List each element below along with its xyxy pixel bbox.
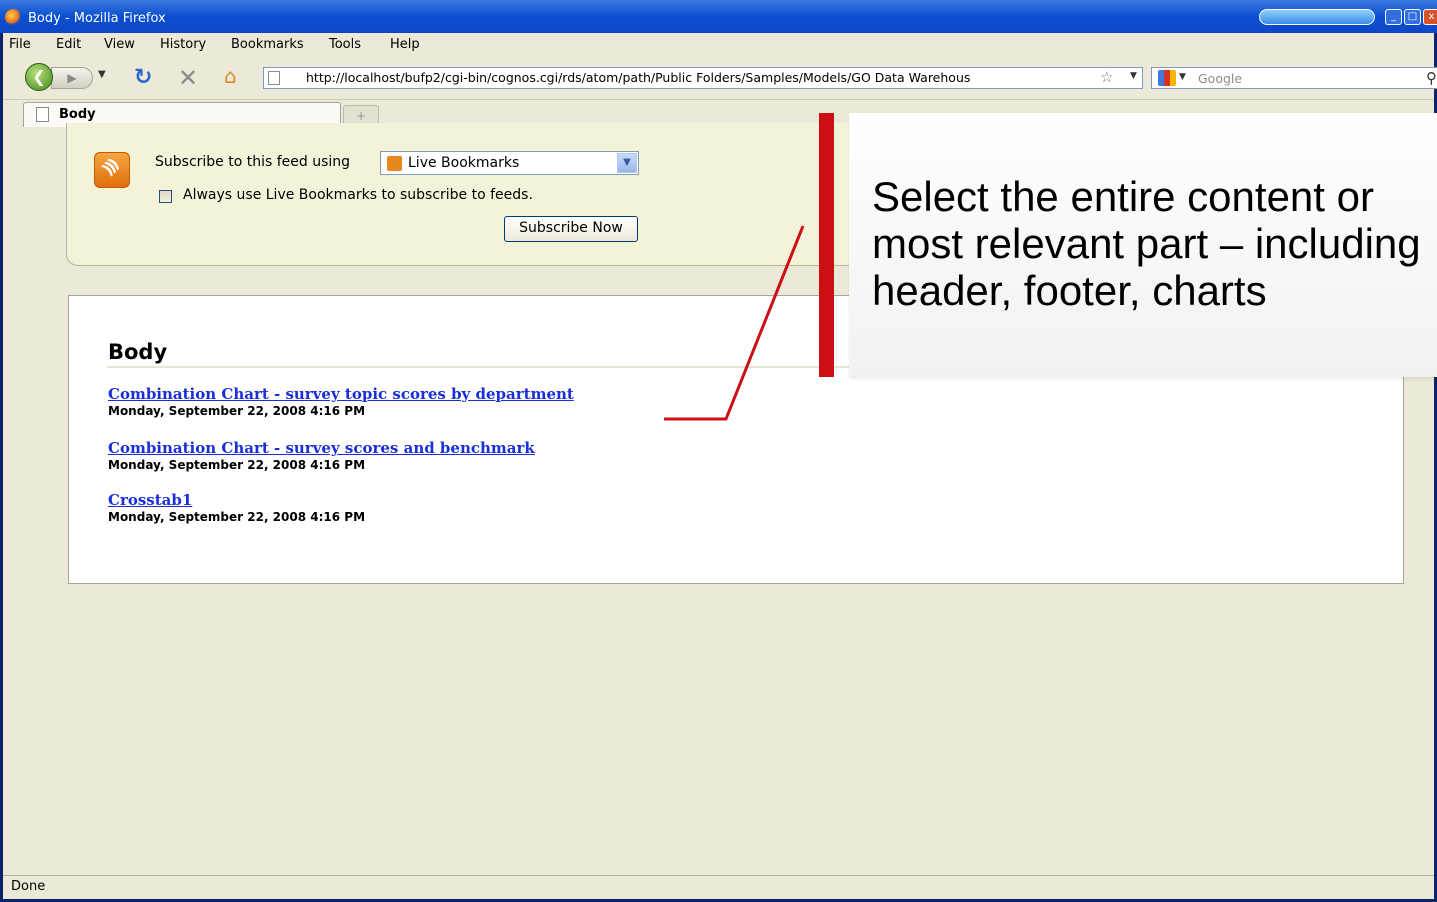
list-item: Combination Chart - survey topic scores … — [108, 385, 574, 418]
google-engine-icon[interactable] — [1158, 70, 1176, 86]
callout-text: Select the entire content or most releva… — [872, 173, 1421, 314]
menu-bar: File Edit View History Bookmarks Tools H… — [3, 33, 1434, 56]
page-icon — [268, 71, 280, 85]
tab-label: Body — [59, 107, 96, 122]
back-button[interactable]: ❮ — [25, 63, 53, 91]
feed-reader-value: Live Bookmarks — [408, 155, 520, 171]
menu-file[interactable]: File — [9, 37, 31, 52]
bookmark-star-icon[interactable]: ☆ — [1100, 68, 1113, 86]
close-button[interactable]: x — [1423, 9, 1437, 25]
graphics-tray-icon[interactable] — [1259, 9, 1375, 25]
menu-view[interactable]: View — [104, 37, 135, 52]
entry-link[interactable]: Combination Chart - survey topic scores … — [108, 385, 574, 403]
callout-accent-bar — [819, 113, 834, 377]
history-dropdown-icon[interactable]: ▼ — [98, 69, 106, 80]
always-use-label[interactable]: Always use Live Bookmarks to subscribe t… — [183, 187, 533, 203]
maximize-button[interactable]: □ — [1404, 9, 1421, 25]
entry-link[interactable]: Combination Chart - survey scores and be… — [108, 439, 535, 457]
menu-help[interactable]: Help — [390, 37, 420, 52]
subscribe-now-button[interactable]: Subscribe Now — [504, 216, 638, 242]
feed-title: Body — [108, 340, 168, 364]
navigation-toolbar: ▶ ❮ ▼ ↻ ✕ ⌂ http://localhost/bufp2/cgi-b… — [3, 56, 1437, 100]
always-use-checkbox[interactable] — [159, 190, 172, 203]
stop-icon[interactable]: ✕ — [178, 64, 198, 92]
firefox-icon — [5, 9, 21, 25]
feed-reader-select[interactable]: Live Bookmarks ▼ — [380, 151, 639, 175]
title-bar: Body - Mozilla Firefox _ □ x — [0, 0, 1437, 33]
menu-history[interactable]: History — [160, 37, 206, 52]
status-text: Done — [11, 879, 46, 894]
entry-link[interactable]: Crosstab1 — [108, 491, 365, 509]
window-title: Body - Mozilla Firefox — [28, 11, 166, 26]
live-bookmarks-icon — [387, 156, 402, 171]
entry-date: Monday, September 22, 2008 4:16 PM — [108, 404, 366, 418]
status-bar: Done — [3, 875, 1434, 899]
search-box[interactable]: ▼ Google ⚲ — [1151, 67, 1437, 89]
document-icon — [36, 107, 49, 122]
search-placeholder[interactable]: Google — [1198, 71, 1242, 86]
search-icon[interactable]: ⚲ — [1426, 69, 1437, 87]
entry-date: Monday, September 22, 2008 4:16 PM — [108, 510, 366, 524]
menu-edit[interactable]: Edit — [56, 37, 81, 52]
rss-feed-icon — [94, 152, 130, 188]
url-dropdown-icon[interactable]: ▼ — [1130, 71, 1137, 81]
feed-subscribe-panel: Subscribe to this feed using Live Bookma… — [66, 123, 916, 266]
forward-button[interactable]: ▶ — [51, 67, 93, 89]
entry-date: Monday, September 22, 2008 4:16 PM — [108, 458, 366, 472]
home-icon[interactable]: ⌂ — [224, 64, 237, 88]
chevron-down-icon[interactable]: ▼ — [617, 153, 637, 173]
reload-icon[interactable]: ↻ — [134, 65, 152, 90]
address-url[interactable]: http://localhost/bufp2/cgi-bin/cognos.cg… — [306, 70, 1096, 85]
subscribe-label: Subscribe to this feed using — [155, 154, 351, 170]
callout-box: Select the entire content or most releva… — [849, 113, 1437, 377]
list-item: Crosstab1 Monday, September 22, 2008 4:1… — [108, 491, 365, 524]
address-bar[interactable]: http://localhost/bufp2/cgi-bin/cognos.cg… — [263, 67, 1143, 89]
menu-bookmarks[interactable]: Bookmarks — [231, 37, 304, 52]
minimize-button[interactable]: _ — [1385, 9, 1402, 25]
list-item: Combination Chart - survey scores and be… — [108, 439, 535, 472]
engine-dropdown-icon[interactable]: ▼ — [1179, 72, 1186, 82]
menu-tools[interactable]: Tools — [329, 37, 361, 52]
